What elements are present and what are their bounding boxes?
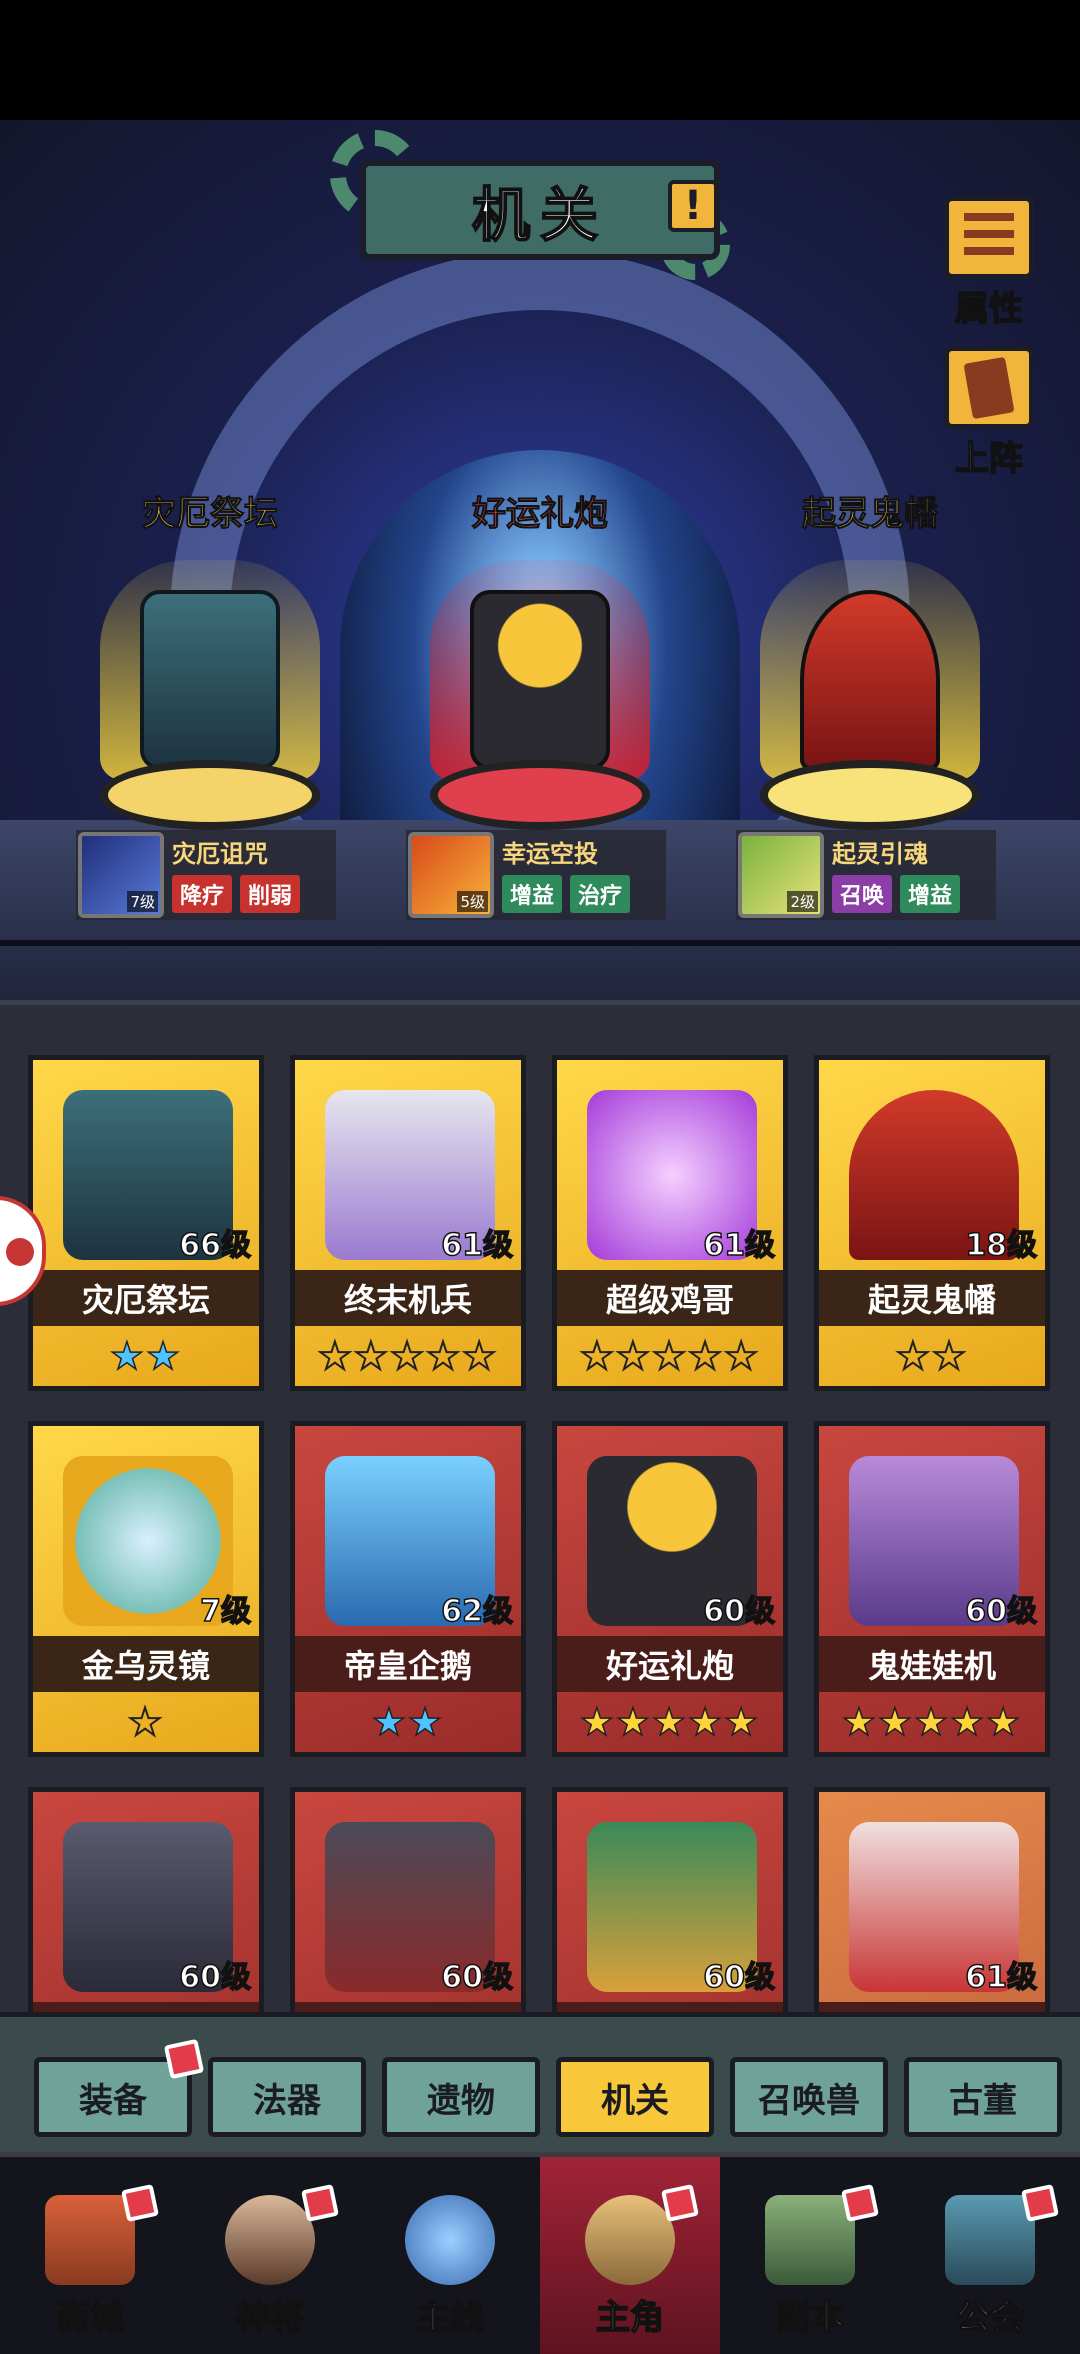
- card-icon: [963, 356, 1015, 419]
- notification-badge: [1021, 2184, 1059, 2222]
- star-rating: ★★: [109, 1333, 183, 1379]
- notification-badge: [841, 2184, 879, 2222]
- notification-badge: [121, 2184, 159, 2222]
- skill-tag: 召唤: [832, 875, 893, 913]
- skill-airdrop-icon: 5级: [408, 832, 494, 918]
- tab-antique[interactable]: 古董: [904, 2057, 1062, 2137]
- featured-device-name: 起灵鬼幡: [802, 494, 939, 535]
- notification-badge: [163, 2038, 205, 2080]
- machine-card[interactable]: 61级 超级鸡哥 ★★★★★: [552, 1055, 788, 1391]
- tab-equipment[interactable]: 装备: [34, 2038, 205, 2137]
- skill-curse-icon: 7级: [78, 832, 164, 918]
- star-rating: ★★★★★: [841, 1699, 1023, 1745]
- nav-character[interactable]: 主角: [540, 2157, 720, 2354]
- machine-card[interactable]: 60级 鬼娃娃机 ★★★★★: [814, 1421, 1050, 1757]
- machine-card[interactable]: 60级 好运礼炮 ★★★★★: [552, 1421, 788, 1757]
- featured-skill[interactable]: 7级 灾厄诅咒 降疗 削弱: [76, 830, 336, 920]
- skill-tag: 增益: [502, 875, 563, 913]
- deploy-button[interactable]: 上阵: [942, 346, 1036, 480]
- skill-summon-icon: 2级: [738, 832, 824, 918]
- machine-grid: 66级 灾厄祭坛 ★★ 61级 终末机兵 ★★★★★ 61级 超级鸡哥 ★★★★…: [28, 1055, 1058, 2123]
- nav-dungeon[interactable]: 副本: [720, 2157, 900, 2354]
- machine-card[interactable]: 62级 帝皇企鹅 ★★: [290, 1421, 526, 1757]
- featured-device-banner[interactable]: [740, 560, 1000, 830]
- star-rating: ★★★★★: [579, 1333, 761, 1379]
- attributes-button[interactable]: 属性: [942, 196, 1036, 330]
- category-tabbar: 装备 法器 遗物 机关 召唤兽 古董: [0, 2012, 1080, 2152]
- cannon-model: [470, 590, 610, 770]
- machine-card[interactable]: 7级 金乌灵镜 ★: [28, 1421, 264, 1757]
- page-title: 机关: [360, 160, 720, 260]
- notification-badge: [301, 2184, 339, 2222]
- machine-card[interactable]: 18级 起灵鬼幡 ★★: [814, 1055, 1050, 1391]
- nav-guild[interactable]: 公会: [900, 2157, 1080, 2354]
- featured-skill[interactable]: 2级 起灵引魂 召唤 增益: [736, 830, 996, 920]
- tab-summon-beast[interactable]: 召唤兽: [730, 2057, 888, 2137]
- dungeon-icon: [765, 2195, 855, 2285]
- star-rating: ★★★★★: [579, 1699, 761, 1745]
- star-rating: ★★: [895, 1333, 969, 1379]
- info-alert-button[interactable]: !: [668, 180, 718, 232]
- star-rating: ★★: [371, 1699, 445, 1745]
- skill-tag: 治疗: [570, 875, 631, 913]
- list-icon: [964, 212, 1014, 263]
- featured-skill[interactable]: 5级 幸运空投 增益 治疗: [406, 830, 666, 920]
- hero-icon: [225, 2195, 315, 2285]
- machine-card[interactable]: 61级 终末机兵 ★★★★★: [290, 1055, 526, 1391]
- gamepad-icon: [6, 1238, 34, 1266]
- machine-list-panel[interactable]: 66级 灾厄祭坛 ★★ 61级 终末机兵 ★★★★★ 61级 超级鸡哥 ★★★★…: [0, 1000, 1080, 2123]
- shop-icon: [45, 2195, 135, 2285]
- skill-tag: 降疗: [172, 875, 233, 913]
- character-icon: [585, 2195, 675, 2285]
- nav-shop[interactable]: 商城: [0, 2157, 180, 2354]
- altar-model: [140, 590, 280, 770]
- guild-icon: [945, 2195, 1035, 2285]
- nav-heroes[interactable]: 神将: [180, 2157, 360, 2354]
- featured-device-name: 好运礼炮: [472, 494, 609, 535]
- skill-tag: 增益: [900, 875, 961, 913]
- bottom-nav: 商城 神将 主线 主角 副本 公会: [0, 2152, 1080, 2354]
- star-rating: ★: [127, 1699, 165, 1745]
- banner-model: [800, 590, 940, 770]
- featured-device-altar[interactable]: [80, 560, 340, 830]
- skill-tag: 削弱: [240, 875, 301, 913]
- machine-card[interactable]: 66级 灾厄祭坛 ★★: [28, 1055, 264, 1391]
- tab-artifact[interactable]: 法器: [208, 2057, 366, 2137]
- nav-main-quest[interactable]: 主线: [360, 2157, 540, 2354]
- featured-device-cannon[interactable]: [410, 560, 670, 830]
- star-rating: ★★★★★: [317, 1333, 499, 1379]
- swords-icon: [405, 2195, 495, 2285]
- notification-badge: [661, 2184, 699, 2222]
- tab-machine[interactable]: 机关: [556, 2057, 714, 2137]
- featured-device-name: 灾厄祭坛: [142, 494, 279, 535]
- tab-relic[interactable]: 遗物: [382, 2057, 540, 2137]
